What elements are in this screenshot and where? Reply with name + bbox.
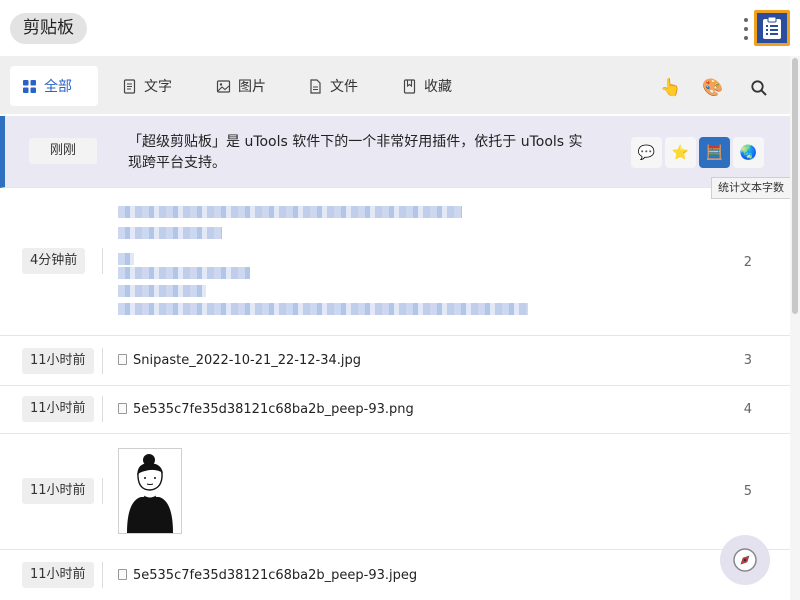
clip-text: 「超级剪贴板」是 uTools 软件下的一个非常好用插件，依托于 uTools … [128, 132, 598, 174]
compass-icon [733, 548, 757, 572]
tab-images[interactable]: 图片 [204, 66, 278, 106]
item-index: 4 [743, 402, 752, 417]
compass-button[interactable] [720, 535, 770, 585]
tab-text[interactable]: 文字 [110, 66, 184, 106]
file-name: 5e535c7fe35d38121c68ba2b_peep-93.png [133, 402, 414, 417]
tab-label: 文字 [144, 79, 172, 95]
timestamp-badge: 刚刚 [29, 138, 97, 164]
app-title: 剪贴板 [10, 13, 87, 44]
list-item[interactable]: 4分钟前 2 [0, 188, 790, 336]
more-menu-icon[interactable] [740, 16, 752, 42]
scrollbar[interactable] [790, 56, 800, 600]
list-item[interactable]: 11小时前 5e535c7fe35d38121c68ba2b_peep-93.j… [0, 550, 790, 600]
speech-bubble-icon[interactable]: 💬 [631, 137, 662, 168]
file-icon [310, 78, 321, 94]
divider [102, 248, 103, 274]
tab-label: 图片 [238, 79, 266, 95]
text-doc-icon [123, 78, 136, 94]
tab-files[interactable]: 文件 [296, 66, 370, 106]
clip-text-line: 「超级剪贴板」是 uTools 软件下的一个非常好用插件，依托于 uTools … [128, 134, 583, 150]
timestamp-badge: 11小时前 [22, 478, 94, 504]
item-index: 3 [743, 353, 752, 368]
palette-icon[interactable]: 🎨 [701, 76, 725, 100]
abacus-icon[interactable]: 🧮 [699, 137, 730, 168]
timestamp-badge: 4分钟前 [22, 248, 86, 274]
list-item[interactable]: 刚刚 「超级剪贴板」是 uTools 软件下的一个非常好用插件，依托于 uToo… [0, 116, 790, 188]
timestamp-badge: 11小时前 [22, 562, 94, 588]
bookmark-icon [403, 78, 416, 94]
file-name: Snipaste_2022-10-21_22-12-34.jpg [133, 353, 361, 368]
file-icon [118, 403, 127, 414]
divider [102, 348, 103, 374]
tooltip: 统计文本字数 [711, 177, 791, 199]
tab-label: 全部 [44, 79, 72, 95]
image-thumbnail[interactable] [118, 448, 182, 534]
star-icon[interactable]: ⭐ [665, 137, 696, 168]
item-index: 5 [743, 484, 752, 499]
tab-all[interactable]: 全部 [10, 66, 98, 106]
divider [102, 478, 103, 504]
item-index: 2 [743, 255, 752, 270]
clipboard-app-icon[interactable] [754, 10, 790, 46]
grid-icon [23, 79, 36, 93]
image-icon [216, 79, 231, 93]
timestamp-badge: 11小时前 [22, 348, 94, 374]
search-icon[interactable] [747, 76, 771, 100]
tab-label: 文件 [330, 79, 358, 95]
divider [102, 396, 103, 422]
file-entry: 5e535c7fe35d38121c68ba2b_peep-93.jpeg [118, 568, 417, 583]
timestamp-badge: 11小时前 [22, 396, 94, 422]
clip-text-line: 现跨平台支持。 [128, 155, 226, 171]
file-icon [118, 569, 127, 580]
tab-favorites[interactable]: 收藏 [390, 66, 464, 106]
header: 剪贴板 [0, 0, 800, 56]
row-actions: 💬 ⭐ 🧮 🌏 [631, 137, 764, 168]
list-item[interactable]: 11小时前 5e535c7fe35d38121c68ba2b_peep-93.p… [0, 386, 790, 434]
scrollbar-thumb[interactable] [792, 58, 798, 314]
file-name: 5e535c7fe35d38121c68ba2b_peep-93.jpeg [133, 568, 418, 583]
pointing-hand-icon[interactable]: 👆 [659, 76, 683, 100]
tab-label: 收藏 [424, 79, 452, 95]
list-item[interactable]: 11小时前 Snipaste_2022-10-21_22-12-34.jpg 3 [0, 336, 790, 386]
globe-icon[interactable]: 🌏 [733, 137, 764, 168]
file-entry: 5e535c7fe35d38121c68ba2b_peep-93.png [118, 402, 414, 417]
divider [102, 562, 103, 588]
file-entry: Snipaste_2022-10-21_22-12-34.jpg [118, 353, 361, 368]
file-icon [118, 354, 127, 365]
